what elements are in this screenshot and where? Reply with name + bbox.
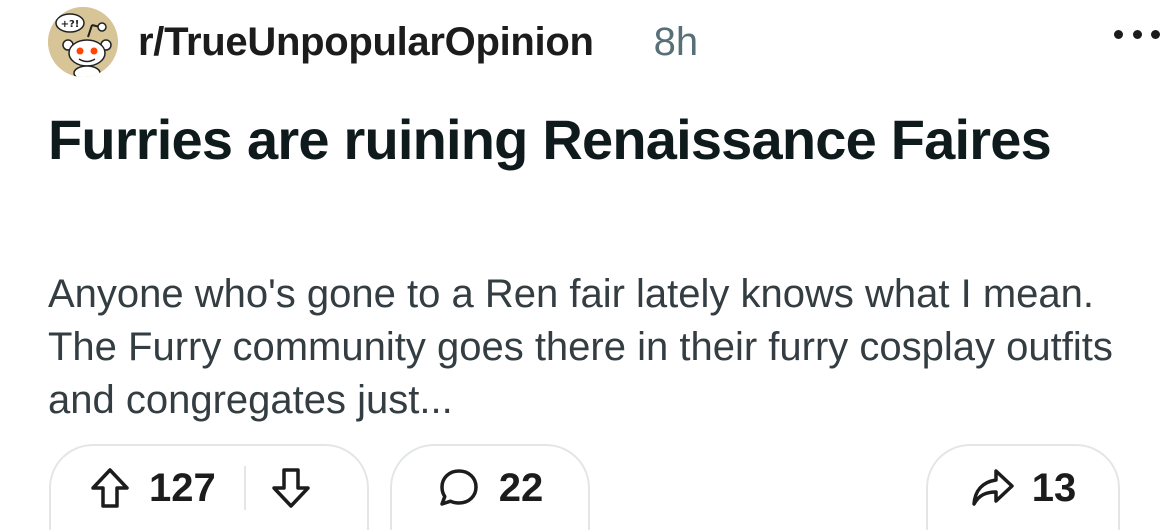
share-count: 13: [1031, 465, 1077, 510]
comment-count: 22: [498, 465, 544, 510]
vote-count: 127: [149, 465, 216, 510]
comments-button[interactable]: 22: [390, 444, 590, 530]
post-timestamp: 8h: [653, 19, 699, 64]
subreddit-name[interactable]: r/TrueUnpopularOpinion: [138, 20, 594, 65]
share-arrow-icon: [970, 467, 1016, 509]
upvote-arrow-icon: [91, 468, 129, 508]
vote-bar: 127: [49, 444, 369, 530]
post-title[interactable]: Furries are ruining Renaissance Faires: [48, 103, 1108, 177]
more-dot: [1114, 29, 1123, 39]
upvote-button[interactable]: [89, 466, 131, 510]
comment-bubble-icon: [437, 466, 481, 510]
vote-divider: [243, 466, 246, 510]
downvote-button[interactable]: [270, 466, 312, 510]
downvote-arrow-icon: [272, 468, 310, 508]
post-body-preview[interactable]: Anyone who's gone to a Ren fair lately k…: [48, 268, 1128, 427]
more-dot: [1151, 29, 1160, 39]
post-card[interactable]: +?! r/TrueUnpopularOpinion 8h Furries ar…: [0, 0, 1170, 530]
post-header: +?! r/TrueUnpopularOpinion 8h: [48, 6, 1128, 78]
more-dot: [1132, 29, 1142, 39]
share-button[interactable]: 13: [926, 444, 1120, 530]
svg-text:+?!: +?!: [61, 19, 80, 30]
subreddit-avatar-icon[interactable]: +?!: [48, 7, 118, 77]
more-options-icon[interactable]: [1114, 24, 1160, 44]
